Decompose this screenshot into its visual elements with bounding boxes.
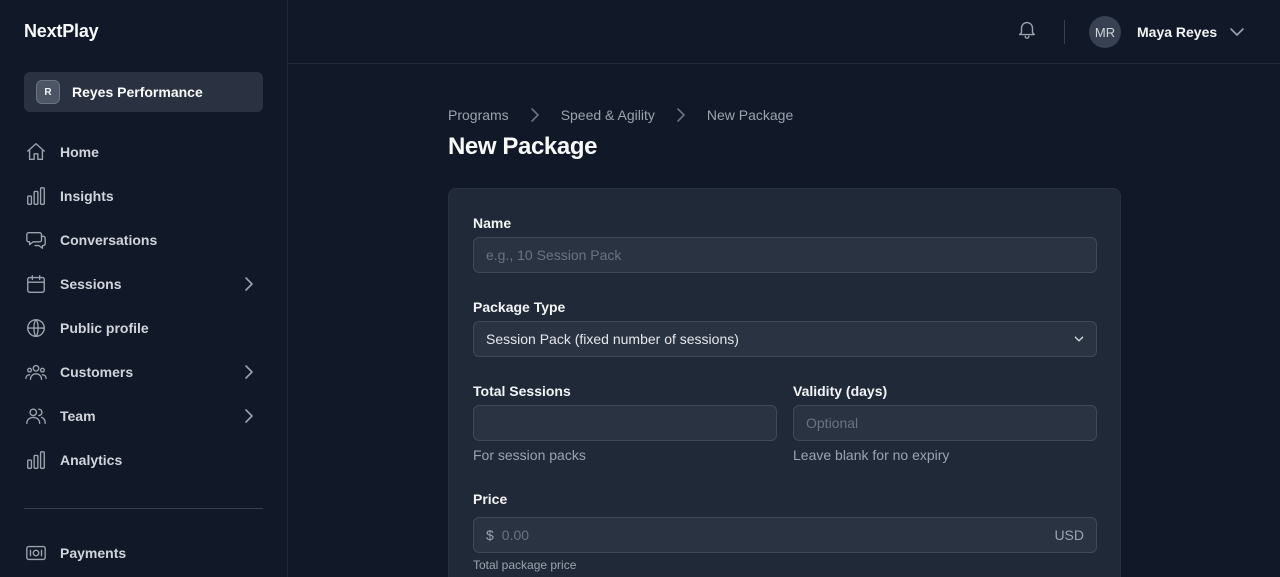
breadcrumb-speed-agility[interactable]: Speed & Agility	[561, 107, 655, 123]
users-group-icon	[24, 360, 48, 384]
chevron-down-icon	[1227, 22, 1247, 42]
sidebar-item-label: Public profile	[60, 320, 149, 336]
chevron-down-icon	[1070, 330, 1088, 348]
banknote-icon	[24, 541, 48, 565]
chat-bubbles-icon	[24, 228, 48, 252]
sidebar-item-insights[interactable]: Insights	[24, 174, 263, 218]
sidebar-item-team[interactable]: Team	[24, 394, 263, 438]
topbar-divider	[1064, 20, 1065, 44]
sidebar-item-home[interactable]: Home	[24, 130, 263, 174]
validity-help: Leave blank for no expiry	[793, 447, 950, 463]
breadcrumb-programs[interactable]: Programs	[448, 107, 509, 123]
org-badge: R	[36, 80, 60, 104]
bar-chart-icon	[24, 184, 48, 208]
app-logo[interactable]: NextPlay	[24, 21, 99, 42]
users-icon	[24, 404, 48, 428]
total-sessions-input[interactable]	[473, 405, 777, 441]
org-switcher[interactable]: R Reyes Performance	[24, 72, 263, 112]
sidebar-item-label: Payments	[60, 545, 127, 561]
sidebar-item-customers[interactable]: Customers	[24, 350, 263, 394]
price-placeholder: 0.00	[501, 527, 530, 543]
chevron-right-icon	[525, 105, 545, 125]
sidebar-item-analytics[interactable]: Analytics	[24, 438, 263, 482]
globe-icon	[24, 316, 48, 340]
package-type-label: Package Type	[473, 299, 566, 315]
price-label: Price	[473, 491, 508, 507]
avatar: MR	[1089, 16, 1121, 48]
sidebar-item-label: Customers	[60, 364, 134, 380]
sidebar-item-label: Sessions	[60, 276, 122, 292]
sidebar-divider	[24, 508, 263, 509]
sidebar-item-label: Team	[60, 408, 96, 424]
validity-input[interactable]: Optional	[793, 405, 1097, 441]
bar-chart-icon	[24, 448, 48, 472]
sidebar-item-public-profile[interactable]: Public profile	[24, 306, 263, 350]
sidebar-item-payments[interactable]: Payments	[24, 531, 263, 575]
sidebar-item-label: Insights	[60, 188, 114, 204]
sidebar-nav-bottom: Payments	[24, 531, 263, 575]
total-sessions-help: For session packs	[473, 447, 586, 463]
chevron-right-icon	[671, 105, 691, 125]
price-help: Total package price	[473, 558, 577, 572]
sidebar-item-label: Conversations	[60, 232, 158, 248]
total-sessions-label: Total Sessions	[473, 383, 571, 399]
package-type-value: Session Pack (fixed number of sessions)	[486, 331, 739, 347]
sidebar-item-label: Home	[60, 144, 99, 160]
validity-label: Validity (days)	[793, 383, 888, 399]
page-title: New Package	[448, 133, 598, 160]
package-form-card: Name e.g., 10 Session Pack Package Type …	[448, 188, 1121, 577]
sidebar: NextPlay R Reyes Performance Home Insigh…	[0, 0, 288, 577]
sidebar-nav: Home Insights Conversations Sessions Pub…	[24, 130, 263, 482]
currency-code: USD	[1054, 527, 1084, 543]
package-type-select[interactable]: Session Pack (fixed number of sessions)	[473, 321, 1097, 357]
currency-prefix: $	[486, 527, 494, 543]
chevron-right-icon[interactable]	[239, 274, 259, 294]
home-icon	[24, 140, 48, 164]
top-bar: MR Maya Reyes	[288, 0, 1280, 64]
price-input[interactable]: $ 0.00 USD	[473, 517, 1097, 553]
breadcrumb-current: New Package	[706, 107, 794, 123]
bell-icon[interactable]	[1016, 18, 1040, 42]
sidebar-item-conversations[interactable]: Conversations	[24, 218, 263, 262]
sidebar-item-label: Analytics	[60, 452, 123, 468]
name-placeholder: e.g., 10 Session Pack	[486, 247, 622, 263]
sidebar-item-sessions[interactable]: Sessions	[24, 262, 263, 306]
validity-placeholder: Optional	[806, 415, 859, 431]
chevron-right-icon[interactable]	[239, 362, 259, 382]
chevron-right-icon[interactable]	[239, 406, 259, 426]
name-label: Name	[473, 215, 512, 231]
org-name: Reyes Performance	[72, 84, 203, 100]
breadcrumb: Programs Speed & Agility New Package	[448, 105, 793, 125]
calendar-icon	[24, 272, 48, 296]
user-menu[interactable]: MR Maya Reyes	[1089, 16, 1247, 48]
name-input[interactable]: e.g., 10 Session Pack	[473, 237, 1097, 273]
user-name: Maya Reyes	[1137, 24, 1218, 40]
